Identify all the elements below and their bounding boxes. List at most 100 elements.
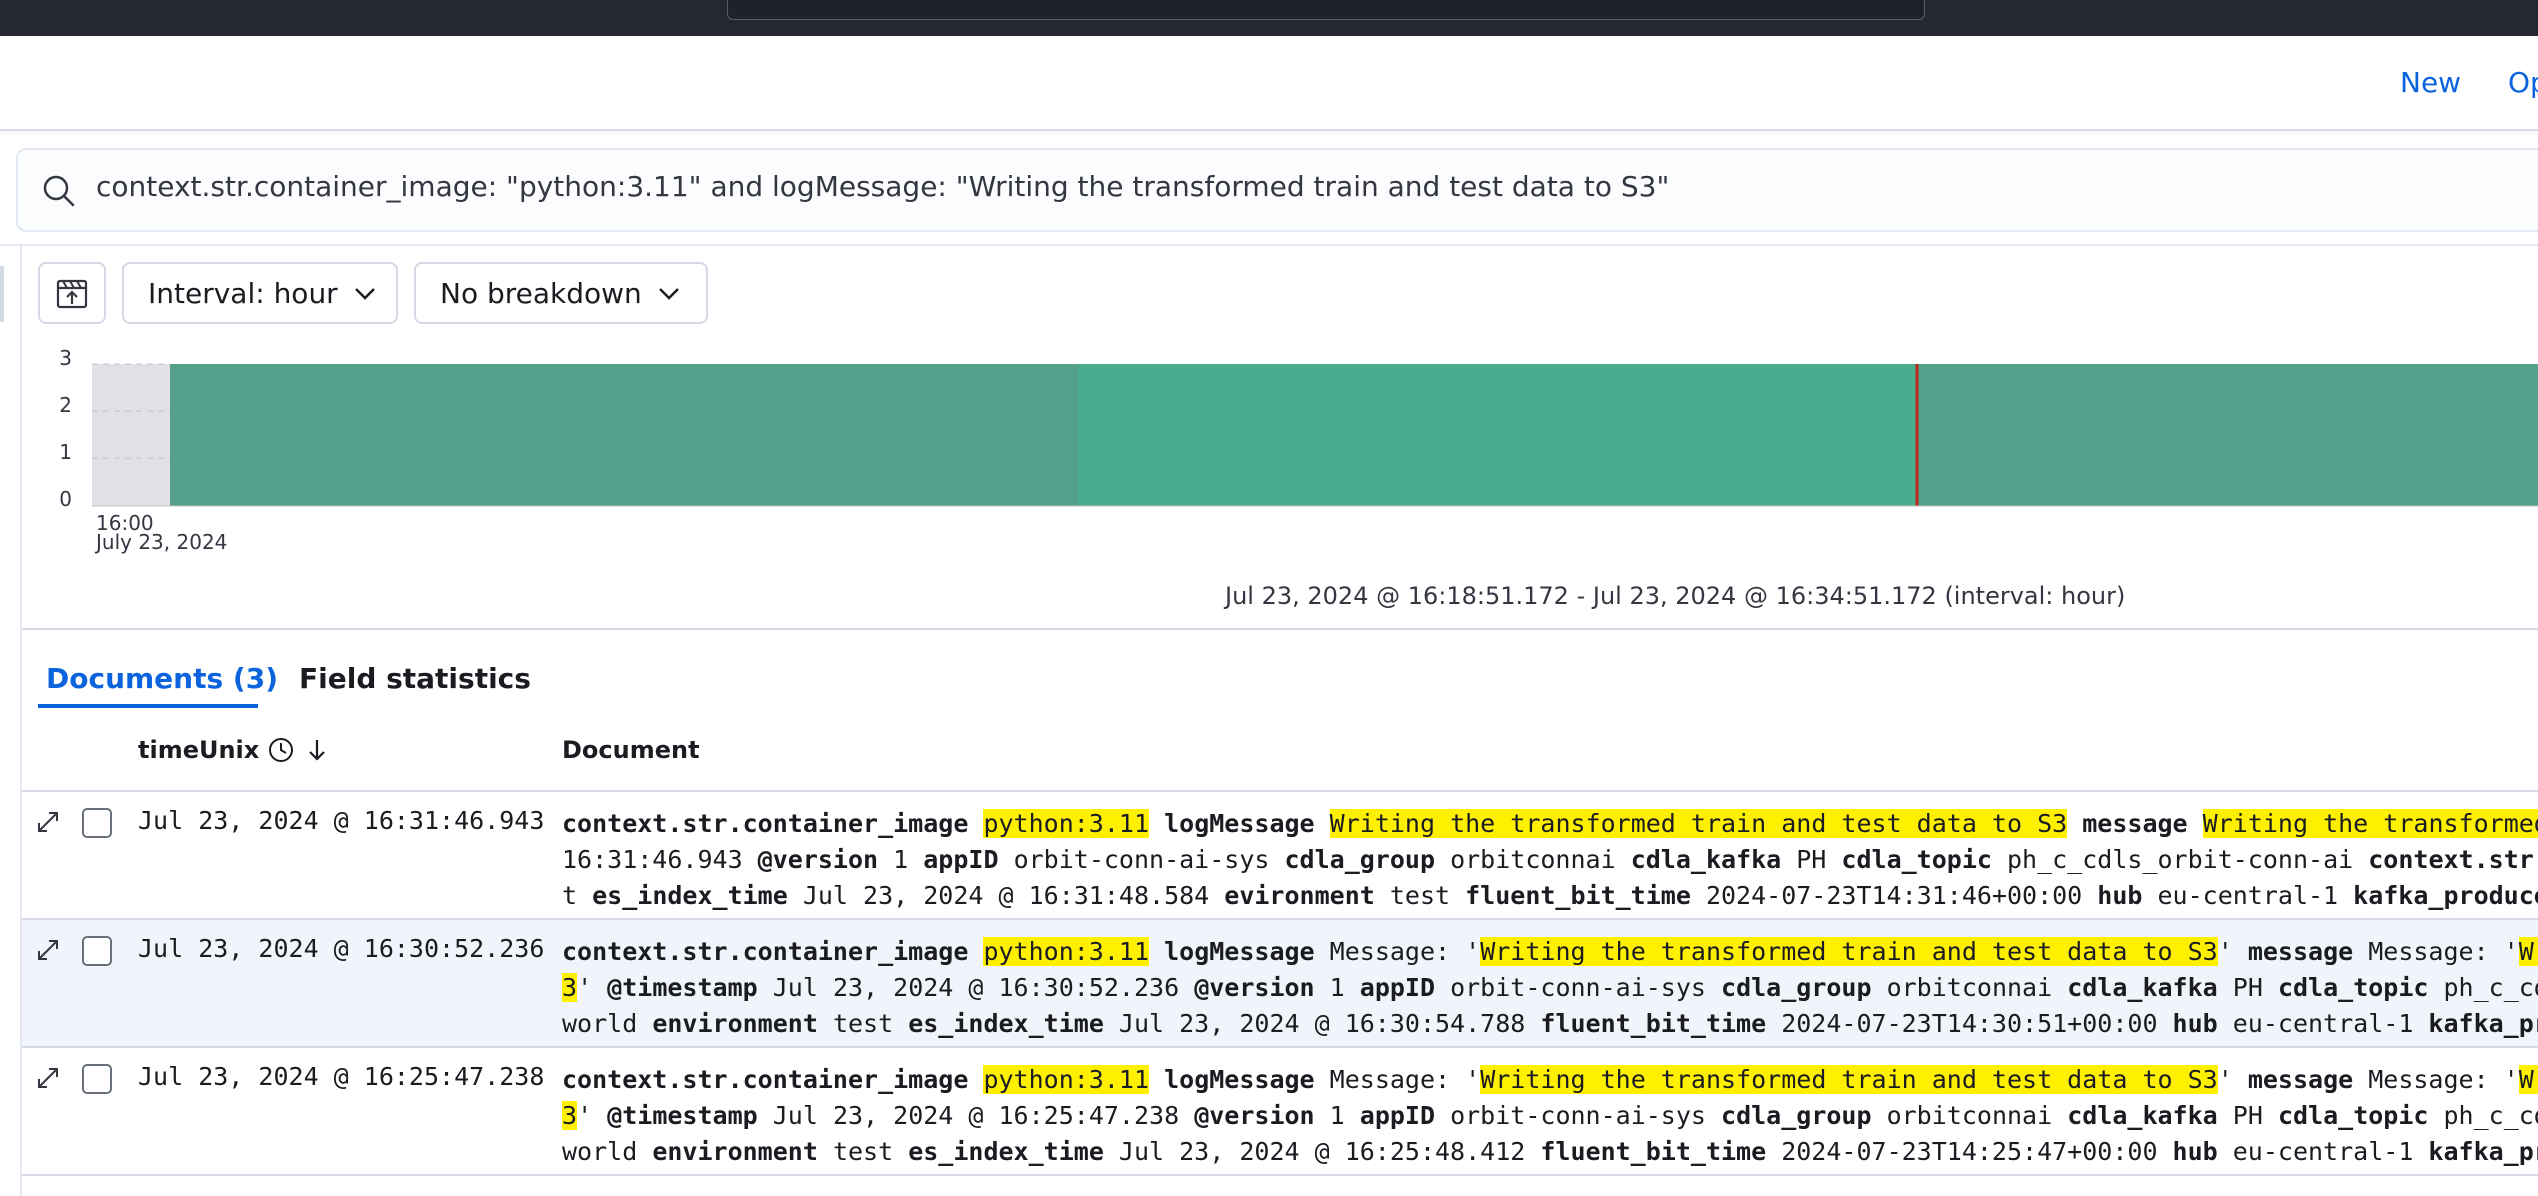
save-visualization-button[interactable] bbox=[38, 262, 106, 324]
table-row[interactable]: Jul 23, 2024 @ 16:25:47.238 context.str.… bbox=[22, 1048, 2538, 1176]
search-icon bbox=[43, 175, 75, 207]
field-name: cdla_kafka bbox=[1630, 845, 1782, 874]
search-highlight: 3 bbox=[562, 1101, 578, 1130]
field-value: 2024-07-23T14:25:47+00:00 bbox=[1766, 1137, 2173, 1166]
field-name: logMessage bbox=[1164, 1065, 1315, 1094]
document-summary[interactable]: context.str.container_image python:3.11 … bbox=[562, 1062, 2538, 1170]
field-value: Jul 23, 2024 @ 16:25:48.412 bbox=[1103, 1137, 1541, 1166]
field-value: Message: ' bbox=[2353, 937, 2519, 966]
field-name: fluent_bit_time bbox=[1540, 1009, 1767, 1038]
open-button[interactable]: Op bbox=[2508, 66, 2538, 99]
column-header-timeunix[interactable]: timeUnix bbox=[138, 736, 331, 764]
table-row[interactable]: Jul 23, 2024 @ 16:30:52.236 context.str.… bbox=[22, 920, 2538, 1048]
field-value: PH bbox=[1781, 845, 1842, 874]
field-value: Message: ' bbox=[2353, 1065, 2519, 1094]
field-name: environment bbox=[652, 1137, 818, 1166]
field-value: Jul 23, 2024 @ 16:25:47.238 bbox=[757, 1101, 1195, 1130]
field-name: cdla_kafka bbox=[2067, 1101, 2218, 1130]
field-value: ' bbox=[577, 1101, 608, 1130]
out-of-range-area bbox=[92, 364, 170, 506]
column-header-label: Document bbox=[562, 736, 700, 764]
field-value bbox=[968, 809, 983, 838]
sort-descending-icon[interactable] bbox=[303, 736, 331, 764]
field-name: kafka_produce_time bbox=[2353, 881, 2538, 910]
field-value: orbitconnai bbox=[1435, 845, 1631, 874]
field-name: kafka_produce bbox=[2428, 1009, 2538, 1038]
field-value: 2024-07-23T14:31:46+00:00 bbox=[1690, 881, 2098, 910]
field-value bbox=[1149, 937, 1164, 966]
tab-documents[interactable]: Documents (3) bbox=[46, 662, 278, 695]
search-highlight: Writing the transformed train and test d… bbox=[1480, 1065, 2218, 1094]
field-name: @timestamp bbox=[607, 973, 758, 1002]
search-highlight: Writing the transformed trai bbox=[2202, 809, 2538, 838]
row-checkbox[interactable] bbox=[82, 1064, 112, 1094]
y-tick-label: 3 bbox=[59, 346, 72, 370]
new-button[interactable]: New bbox=[2400, 66, 2461, 99]
row-checkbox[interactable] bbox=[82, 936, 112, 966]
query-bar[interactable]: context.str.container_image: "python:3.1… bbox=[16, 148, 2538, 232]
breakdown-dropdown[interactable]: No breakdown bbox=[414, 262, 708, 324]
histogram-chart: 3 2 1 0 16:00 July 23, 2024 bbox=[59, 346, 2538, 554]
search-highlight: python:3.11 bbox=[983, 937, 1150, 966]
field-name: appID bbox=[923, 845, 999, 874]
field-value: ' bbox=[2217, 937, 2248, 966]
field-value: orbit-conn-ai-sys bbox=[998, 845, 1285, 874]
search-highlight: Writing the transformed train and test d… bbox=[1329, 809, 2068, 838]
field-value: 1 bbox=[878, 845, 924, 874]
global-search-field[interactable] bbox=[727, 0, 1925, 20]
field-value: Message: ' bbox=[1314, 1065, 1481, 1094]
y-tick-label: 1 bbox=[59, 440, 72, 464]
field-name: environment bbox=[652, 1009, 818, 1038]
divider bbox=[0, 244, 2538, 246]
tab-field-statistics[interactable]: Field statistics bbox=[299, 662, 531, 695]
field-name: hub bbox=[2097, 881, 2143, 910]
field-name: logMessage bbox=[1164, 937, 1315, 966]
field-name: @version bbox=[1194, 973, 1315, 1002]
field-name: cdla_kafka bbox=[2067, 973, 2218, 1002]
field-value: 2024-07-23T14:30:51+00:00 bbox=[1766, 1009, 2173, 1038]
field-value: orbit-conn-ai-sys bbox=[1435, 1101, 1722, 1130]
field-name: cdla_group bbox=[1721, 1101, 1872, 1130]
field-value: eu-central-1 bbox=[2217, 1009, 2429, 1038]
sidebar-toggle-edge[interactable] bbox=[0, 266, 4, 322]
field-name: cdla_topic bbox=[1841, 845, 1992, 874]
field-value: world bbox=[562, 1009, 653, 1038]
divider bbox=[22, 628, 2538, 630]
column-header-document[interactable]: Document bbox=[562, 736, 700, 764]
document-summary[interactable]: context.str.container_image python:3.11 … bbox=[562, 934, 2538, 1042]
document-summary[interactable]: context.str.container_image python:3.11 … bbox=[562, 806, 2538, 914]
search-highlight: 3 bbox=[562, 973, 578, 1002]
field-value: ph_c_cdls_orbit-conn-ai bbox=[1991, 845, 2369, 874]
field-value bbox=[968, 937, 983, 966]
interval-label: Interval: hour bbox=[148, 276, 338, 310]
field-value: 16:31:46.943 bbox=[562, 845, 758, 874]
field-value: ' bbox=[577, 973, 608, 1002]
breakdown-label: No breakdown bbox=[440, 276, 642, 310]
chevron-down-icon bbox=[658, 288, 679, 300]
table-row[interactable]: Jul 23, 2024 @ 16:31:46.943 context.str.… bbox=[22, 792, 2538, 920]
interval-dropdown[interactable]: Interval: hour bbox=[122, 262, 398, 324]
expand-icon[interactable] bbox=[34, 1064, 62, 1092]
field-name: es_index_time bbox=[592, 881, 788, 910]
chart-time-range-caption: Jul 23, 2024 @ 16:18:51.172 - Jul 23, 20… bbox=[1225, 582, 2126, 610]
row-checkbox[interactable] bbox=[82, 808, 112, 838]
field-name: context.str.container_image bbox=[562, 809, 969, 838]
field-value bbox=[2188, 809, 2203, 838]
active-tab-indicator bbox=[38, 704, 258, 708]
field-value: test bbox=[817, 1137, 909, 1166]
search-highlight: Writing bbox=[2518, 1065, 2538, 1094]
field-name: context.str.k8s_ bbox=[2368, 845, 2538, 874]
query-input[interactable]: context.str.container_image: "python:3.1… bbox=[96, 170, 1669, 203]
field-name: @version bbox=[1194, 1101, 1315, 1130]
expand-icon[interactable] bbox=[34, 808, 62, 836]
field-value: Jul 23, 2024 @ 16:30:54.788 bbox=[1103, 1009, 1541, 1038]
field-name: context.str.container_image bbox=[562, 1065, 969, 1094]
field-value: Jul 23, 2024 @ 16:30:52.236 bbox=[757, 973, 1195, 1002]
field-name: message bbox=[2247, 1065, 2354, 1094]
expand-icon[interactable] bbox=[34, 936, 62, 964]
field-name: @version bbox=[757, 845, 879, 874]
field-value bbox=[968, 1065, 983, 1094]
field-name: hub bbox=[2172, 1137, 2218, 1166]
field-value: orbitconnai bbox=[1871, 1101, 2068, 1130]
field-value: ph_c_cdls_o bbox=[2443, 1101, 2538, 1130]
